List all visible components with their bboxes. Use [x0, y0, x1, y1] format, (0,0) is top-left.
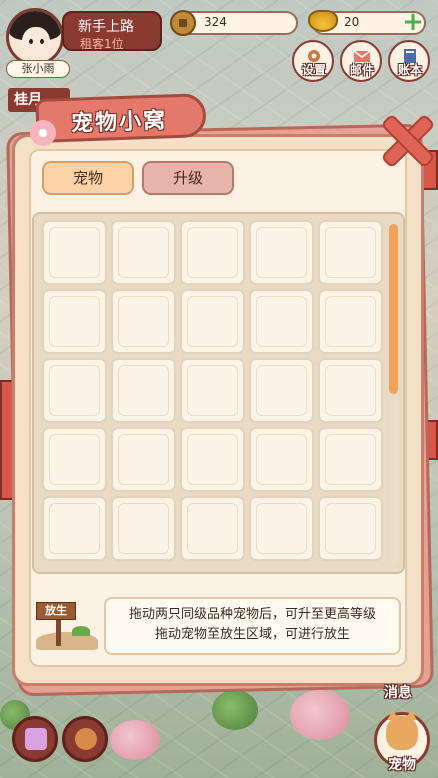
event-button[interactable]: [62, 716, 108, 762]
flower-icon: [30, 120, 56, 146]
pet-slot[interactable]: [318, 220, 383, 285]
ingot-value: 20: [344, 15, 360, 29]
player-title: 新手上路: [78, 19, 134, 35]
pet-slot[interactable]: [180, 220, 245, 285]
messages-button[interactable]: 消息: [374, 682, 422, 708]
pet-slot[interactable]: [180, 427, 245, 492]
pet-button[interactable]: 宠物: [370, 708, 432, 774]
pet-slot[interactable]: [42, 496, 107, 561]
scrollbar-thumb[interactable]: [389, 224, 398, 394]
mail-label: 邮件: [349, 63, 374, 77]
ledger-label: 账本: [397, 63, 422, 77]
pet-slot[interactable]: [249, 289, 314, 354]
pet-slot[interactable]: [249, 496, 314, 561]
pet-slot[interactable]: [180, 289, 245, 354]
pet-slot[interactable]: [111, 358, 176, 423]
mail-button[interactable]: 邮件: [340, 40, 382, 82]
blossom-tree: [290, 690, 350, 740]
pet-slot[interactable]: [111, 496, 176, 561]
pet-grid-panel: [32, 212, 405, 574]
pet-slot[interactable]: [42, 289, 107, 354]
pet-grid: [42, 220, 388, 561]
coin-value: 324: [204, 15, 227, 29]
modal-title: 宠物小窝: [70, 108, 168, 137]
add-ingot-button[interactable]: +: [402, 9, 424, 35]
gold-ingot-icon: [308, 10, 338, 32]
release-sign: 放生: [36, 602, 76, 620]
tab-pets[interactable]: 宠物: [42, 161, 134, 195]
release-zone[interactable]: 放生: [32, 598, 102, 654]
decor-button[interactable]: [12, 716, 58, 762]
player-name: 张小雨: [6, 60, 70, 78]
cat-icon: [386, 710, 418, 750]
pet-slot[interactable]: [318, 427, 383, 492]
pet-slot[interactable]: [249, 220, 314, 285]
player-rank: 租客1位: [80, 37, 124, 51]
pet-slot[interactable]: [111, 427, 176, 492]
grass-icon: [72, 626, 90, 636]
pet-slot[interactable]: [111, 220, 176, 285]
event-icon: [75, 728, 97, 750]
pet-button-label: 宠物: [388, 757, 416, 773]
green-tree: [212, 690, 258, 730]
instruction-line-1: 拖动两只同级品种宠物后，可升至更高等级: [128, 607, 376, 622]
pet-slot[interactable]: [111, 289, 176, 354]
settings-button[interactable]: 设置: [292, 40, 334, 82]
pet-slot[interactable]: [249, 358, 314, 423]
pet-slot[interactable]: [318, 496, 383, 561]
ledger-button[interactable]: 账本: [388, 40, 430, 82]
pet-slot[interactable]: [180, 358, 245, 423]
settings-label: 设置: [301, 63, 326, 77]
pet-slot[interactable]: [42, 220, 107, 285]
player-title-badge[interactable]: 新手上路 租客1位: [62, 11, 162, 51]
decor-icon: [25, 728, 47, 750]
coin-icon: [170, 10, 196, 36]
modal-title-banner: 宠物小窝: [35, 93, 207, 143]
pet-slot[interactable]: [180, 496, 245, 561]
tab-upgrade[interactable]: 升级: [142, 161, 234, 195]
pet-slot[interactable]: [42, 427, 107, 492]
pet-slot[interactable]: [42, 358, 107, 423]
blossom-tree: [110, 720, 160, 760]
close-button[interactable]: [378, 112, 432, 166]
scrollbar-track[interactable]: [389, 224, 398, 564]
pet-slot[interactable]: [318, 358, 383, 423]
player-avatar[interactable]: [6, 8, 64, 66]
pet-slot[interactable]: [249, 427, 314, 492]
instruction-line-2: 拖动宠物至放生区域，可进行放生: [154, 627, 350, 642]
instructions-box: 拖动两只同级品种宠物后，可升至更高等级 拖动宠物至放生区域，可进行放生: [104, 597, 401, 655]
pet-slot[interactable]: [318, 289, 383, 354]
